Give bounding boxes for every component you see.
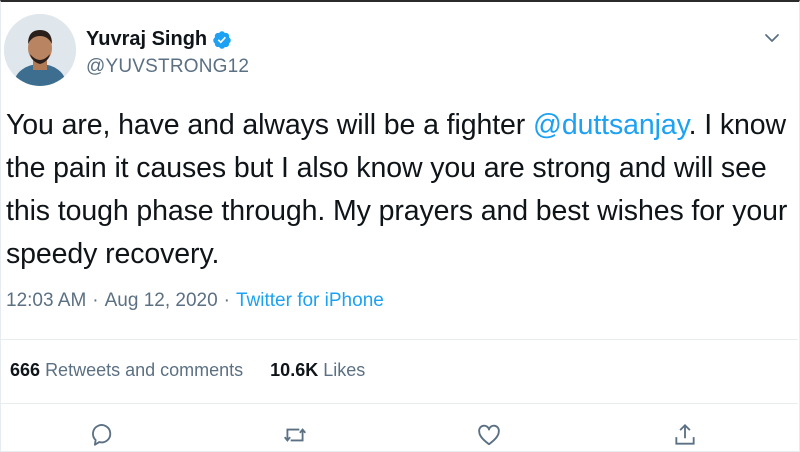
likes-label: Likes bbox=[323, 360, 366, 380]
divider bbox=[0, 339, 798, 340]
retweet-icon bbox=[284, 428, 306, 442]
tweet-time[interactable]: 12:03 AM bbox=[6, 290, 86, 311]
reply-button[interactable] bbox=[86, 418, 120, 452]
share-button[interactable] bbox=[668, 418, 702, 452]
tweet-header: Yuvraj Singh @YUVSTRONG12 bbox=[4, 14, 794, 86]
avatar[interactable] bbox=[4, 14, 76, 86]
verified-badge-icon bbox=[212, 30, 232, 50]
likes-count: 10.6K bbox=[270, 360, 319, 380]
user-handle[interactable]: @YUVSTRONG12 bbox=[86, 56, 249, 78]
tweet-actions bbox=[0, 418, 798, 450]
retweets-label: Retweets and comments bbox=[45, 360, 244, 380]
tweet-date[interactable]: Aug 12, 2020 bbox=[105, 290, 218, 311]
likes-stat[interactable]: 10.6K Likes bbox=[270, 360, 365, 381]
tweet-source-link[interactable]: Twitter for iPhone bbox=[236, 290, 384, 311]
name-row: Yuvraj Singh bbox=[86, 28, 232, 51]
like-icon bbox=[478, 424, 500, 446]
mention-link[interactable]: @duttsanjay bbox=[533, 109, 689, 141]
chevron-down-icon[interactable] bbox=[762, 28, 782, 48]
share-icon bbox=[675, 423, 695, 445]
meta-separator: · bbox=[92, 290, 99, 311]
tweet-text: You are, have and always will be a fight… bbox=[6, 104, 791, 276]
tweet-meta: 12:03 AM · Aug 12, 2020 · Twitter for iPhone bbox=[6, 290, 384, 312]
divider bbox=[0, 403, 798, 404]
like-button[interactable] bbox=[472, 418, 506, 452]
tweet-stats: 666 Retweets and comments 10.6K Likes bbox=[10, 360, 365, 381]
display-name[interactable]: Yuvraj Singh bbox=[86, 28, 207, 51]
meta-separator: · bbox=[223, 290, 230, 311]
retweet-button[interactable] bbox=[278, 418, 312, 452]
reply-icon bbox=[92, 424, 112, 446]
retweets-stat[interactable]: 666 Retweets and comments bbox=[10, 360, 243, 381]
retweets-count: 666 bbox=[10, 360, 41, 380]
tweet-text-part: You are, have and always will be a fight… bbox=[6, 109, 533, 141]
